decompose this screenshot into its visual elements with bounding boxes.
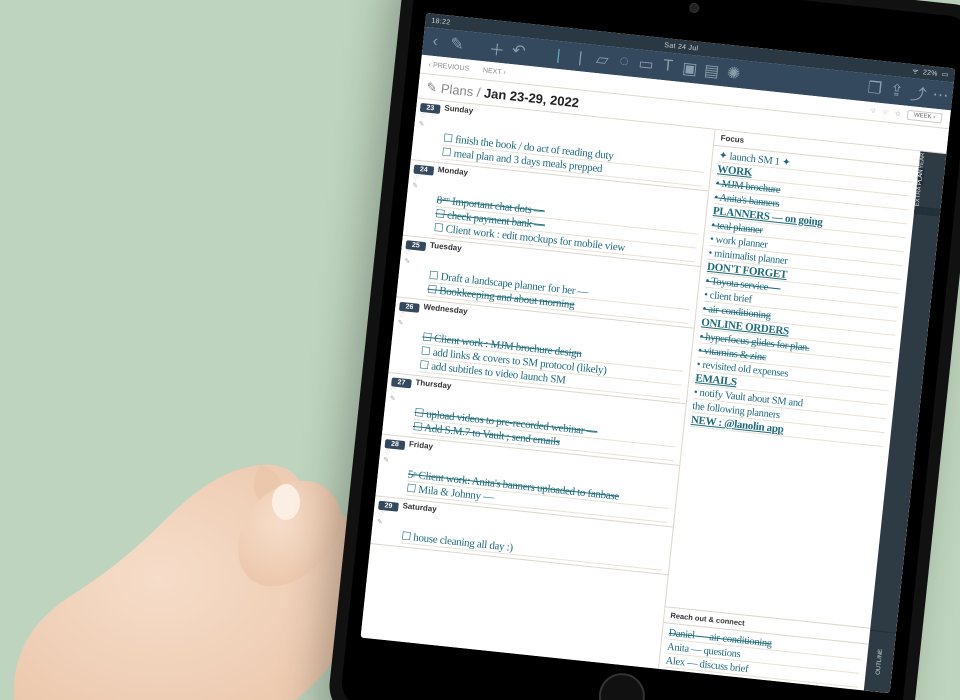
week-view-button[interactable]: WEEK › <box>906 110 942 124</box>
side-tab[interactable]: PLAN <box>917 169 925 186</box>
battery-label: 22% <box>923 69 939 78</box>
outline-tab[interactable]: OUTLINE <box>864 630 896 693</box>
status-time: 18:22 <box>431 17 451 26</box>
planner-body: 23♡✎Sunday☐ finish the book / do act of … <box>361 98 947 693</box>
home-button[interactable] <box>597 671 648 700</box>
eraser-icon[interactable]: ▱ <box>596 53 609 66</box>
ruler-icon[interactable]: ▤ <box>705 65 718 78</box>
layers-icon[interactable]: ❐ <box>868 82 881 95</box>
side-tab[interactable]: EXTRA <box>915 185 923 207</box>
plus-icon[interactable]: ＋ <box>490 42 503 55</box>
days-column: 23♡✎Sunday☐ finish the book / do act of … <box>361 98 715 668</box>
undo-icon[interactable]: ↶ <box>512 44 525 57</box>
battery-icon: ▭ <box>941 70 949 79</box>
side-tab[interactable]: YEAR <box>919 151 927 169</box>
bulb-icon[interactable]: ⌔ <box>869 106 876 116</box>
tablet-device: 18:22 Sat 24 Jul ᯤ 22% ▭ ‹ ✎ ＋ <box>326 0 960 700</box>
prev-week-button[interactable]: ‹ PREVIOUS <box>428 61 469 72</box>
hand-icon[interactable]: ☞ <box>882 108 889 117</box>
pencil-icon[interactable]: ✎ <box>451 38 464 51</box>
next-week-button[interactable]: NEXT › <box>483 67 506 76</box>
day-name: Thursday <box>415 378 452 391</box>
image-icon[interactable]: ▣ <box>683 62 696 75</box>
holding-hand <box>0 320 380 700</box>
day-name: Monday <box>437 165 468 177</box>
wifi-icon: ᯤ <box>912 67 920 77</box>
share-icon[interactable]: ⤴ <box>912 86 925 99</box>
front-camera <box>689 2 700 13</box>
export-icon[interactable]: ⇪ <box>890 84 903 97</box>
stage: 18:22 Sat 24 Jul ᯤ 22% ▭ ‹ ✎ ＋ <box>0 0 960 700</box>
day-name: Wednesday <box>423 302 468 316</box>
app-screen: 18:22 Sat 24 Jul ᯤ 22% ▭ ‹ ✎ ＋ <box>361 13 956 693</box>
text-icon[interactable]: T <box>661 60 674 73</box>
shape-icon[interactable]: ▭ <box>639 58 652 71</box>
status-date: Sat 24 Jul <box>664 42 699 53</box>
pen-tool-active-icon[interactable]: 〡 <box>552 48 565 61</box>
lasso-icon[interactable]: ◌ <box>618 55 631 68</box>
stamp-icon[interactable]: ✺ <box>727 67 740 80</box>
day-name: Saturday <box>402 501 437 514</box>
day-name: Sunday <box>444 103 474 115</box>
back-icon[interactable]: ‹ <box>429 35 442 48</box>
day-name: Friday <box>409 440 434 451</box>
day-name: Tuesday <box>430 241 463 253</box>
star-icon[interactable]: ☆ <box>894 110 901 119</box>
more-icon[interactable]: ⋯ <box>934 89 947 102</box>
pen-tool-icon[interactable]: 〡 <box>574 51 587 64</box>
breadcrumb[interactable]: ✎ Plans / <box>426 79 485 100</box>
